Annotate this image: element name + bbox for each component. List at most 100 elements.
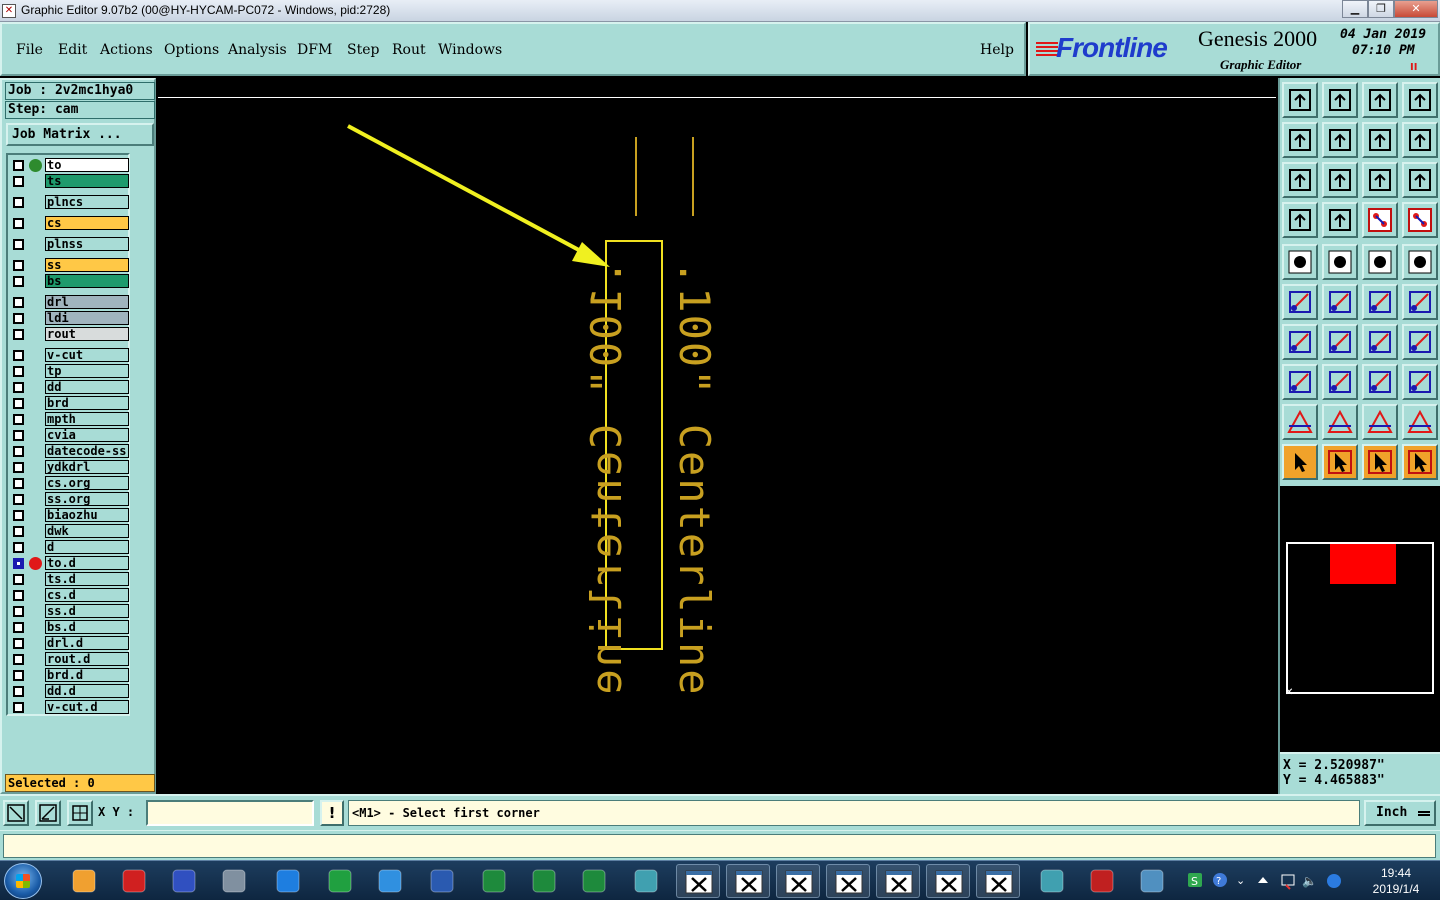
layer-name[interactable]: drl.d [45,636,129,650]
menu-actions[interactable]: Actions [100,42,153,58]
restore-button[interactable]: ❐ [1368,0,1394,18]
menu-options[interactable]: Options [164,42,219,58]
copy-feature-button[interactable] [1402,284,1438,320]
taskbar-eye-app[interactable] [624,864,668,898]
layer-row-dd[interactable]: dd [10,380,130,395]
layer-row-mpth[interactable]: mpth [10,412,130,427]
layer-checkbox[interactable] [13,366,24,377]
taskbar-frontline-app[interactable] [318,864,362,898]
layer-row-v-cut.d[interactable]: v-cut.d [10,700,130,715]
pause-icon[interactable]: II [1410,62,1417,73]
layer-name[interactable]: to.d [45,556,129,570]
layer-name[interactable]: ss [45,258,129,272]
units-select[interactable]: Inch [1364,800,1436,826]
layer-name[interactable]: d [45,540,129,554]
layer-checkbox[interactable] [13,622,24,633]
layer-row-plnss[interactable]: plnss [10,237,130,252]
select-rotate-button[interactable] [1362,444,1398,480]
menu-edit[interactable]: Edit [58,42,87,58]
taskbar-excel-app-3[interactable] [572,864,616,898]
taskbar-photo-app[interactable] [1130,864,1174,898]
break-line-button[interactable] [1322,364,1358,400]
layer-row-d[interactable]: d [10,540,130,555]
layer-row-brd[interactable]: brd [10,396,130,411]
transform-button[interactable] [1402,364,1438,400]
layer-row-plncs[interactable]: plncs [10,195,130,210]
layer-row-cs.org[interactable]: cs.org [10,476,130,491]
layer-name[interactable]: biaozhu [45,508,129,522]
app-icon[interactable]: ✕ [2,4,16,18]
xy-input[interactable] [146,800,314,826]
scale-1-2-button[interactable] [1362,162,1398,198]
layer-name[interactable]: cs [45,216,129,230]
job-matrix-button[interactable]: Job Matrix ... [6,123,154,146]
layer-row-cs[interactable]: cs [10,216,130,231]
menu-dfm[interactable]: DFM [297,42,332,58]
layer-checkbox[interactable] [13,510,24,521]
layer-row-rout.d[interactable]: rout.d [10,652,130,667]
layer-row-datecode-ss[interactable]: datecode-ss [10,444,130,459]
overview-viewport[interactable] [1330,544,1396,584]
layer-checkbox[interactable] [13,430,24,441]
layer-name[interactable]: v-cut.d [45,700,129,714]
layer-row-v-cut[interactable]: v-cut [10,348,130,363]
layer-name[interactable]: bs [45,274,129,288]
layer-name[interactable]: datecode-ss [45,444,129,458]
save-job-button[interactable] [1322,82,1358,118]
graphic-canvas[interactable]: .100" Centerline .100" Centerline [158,78,1276,794]
layer-name[interactable]: dwk [45,524,129,538]
layer-name[interactable]: ldi [45,311,129,325]
measure-distance-button[interactable] [1362,364,1398,400]
taskbar-excel-app[interactable] [472,864,516,898]
layer-row-ss[interactable]: ss [10,258,130,273]
add-line-button[interactable] [1282,324,1318,360]
layer-name[interactable]: brd.d [45,668,129,682]
layer-compare-2-button[interactable] [1402,202,1438,238]
select-net-button[interactable] [1402,444,1438,480]
measure-button[interactable] [35,800,61,826]
layer-checkbox[interactable] [13,686,24,697]
resize-button[interactable] [1282,364,1318,400]
select-pointer-button[interactable] [1282,444,1318,480]
layer-checkbox[interactable] [13,414,24,425]
taskbar-save-app[interactable] [162,864,206,898]
step-name-field[interactable]: Step: cam [5,101,155,119]
swap-view-button[interactable] [1362,122,1398,158]
layer-checkbox[interactable] [13,670,24,681]
taskbar-scanner-app[interactable] [212,864,256,898]
centerline-text-mirrored[interactable]: .100" Centerline [582,260,631,697]
layer-name[interactable]: plncs [45,195,129,209]
import-button[interactable] [1282,122,1318,158]
layer-row-to[interactable]: to [10,158,130,173]
layer-checkbox[interactable] [13,654,24,665]
layer-row-dwk[interactable]: dwk [10,524,130,539]
layer-row-ss.d[interactable]: ss.d [10,604,130,619]
taskbar-genesis-window-2[interactable] [726,864,770,898]
layer-name[interactable]: drl [45,295,129,309]
taskbar-excel-app-2[interactable] [522,864,566,898]
menu-rout[interactable]: Rout [392,42,426,58]
taskbar-eye-app-2[interactable] [1030,864,1074,898]
layer-row-drl.d[interactable]: drl.d [10,636,130,651]
layer-checkbox[interactable] [13,606,24,617]
layer-checkbox[interactable] [13,494,24,505]
layer-checkbox[interactable] [13,197,24,208]
layer-compare-button[interactable] [1362,202,1398,238]
grid-view-button[interactable] [1322,202,1358,238]
nodes-button[interactable] [1282,284,1318,320]
rotate-button[interactable] [1362,324,1398,360]
layer-row-cvia[interactable]: cvia [10,428,130,443]
layer-name[interactable]: ts [45,174,129,188]
layer-checkbox[interactable] [13,176,24,187]
layer-row-ydkdrl[interactable]: ydkdrl [10,460,130,475]
close-button[interactable]: ✕ [1394,0,1438,18]
layer-checkbox[interactable] [13,478,24,489]
snap-text-button[interactable] [1322,404,1358,440]
layer-checkbox[interactable] [13,329,24,340]
layer-name[interactable]: brd [45,396,129,410]
minimize-button[interactable]: ▁ [1342,0,1368,18]
taskbar-genesis-window-1[interactable] [676,864,720,898]
snap-toggle-button[interactable] [1402,122,1438,158]
join-text-button[interactable] [1402,404,1438,440]
taskbar-pdf-app[interactable] [1080,864,1124,898]
